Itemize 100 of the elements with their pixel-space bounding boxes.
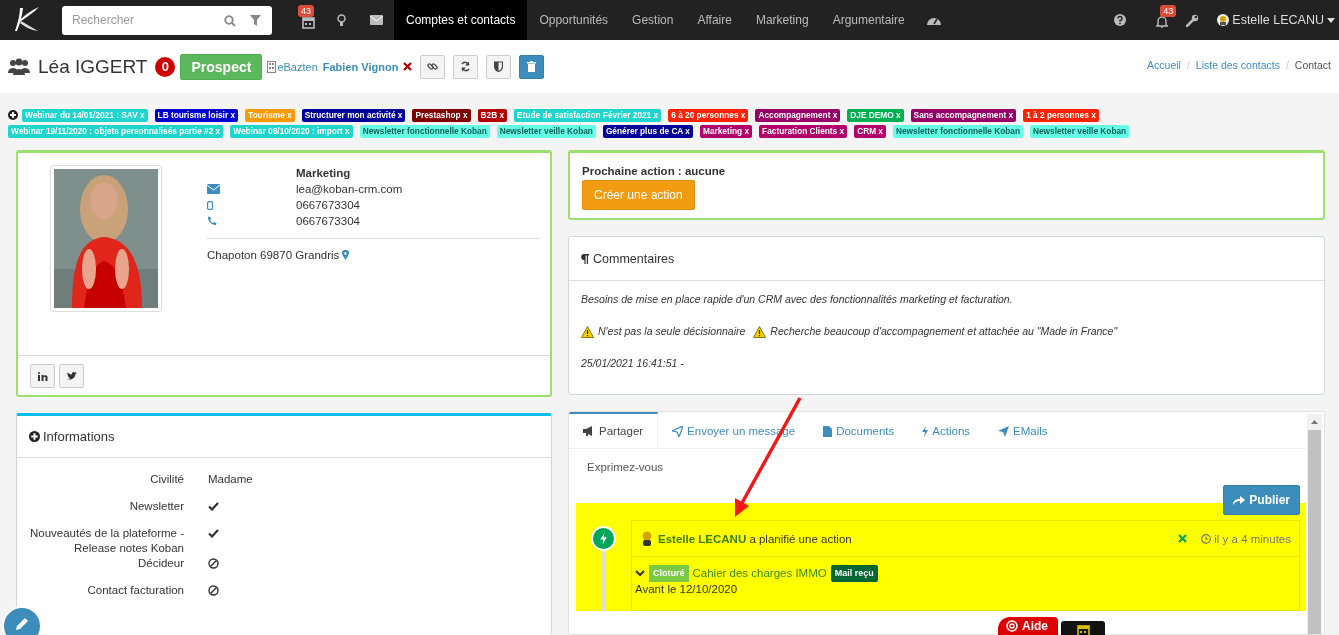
help-icon[interactable]	[1114, 14, 1127, 26]
link-button[interactable]	[420, 54, 446, 79]
megaphone-icon	[583, 426, 595, 436]
people-icon	[8, 58, 30, 75]
calendar-button[interactable]	[1061, 621, 1105, 635]
nav-tab[interactable]: Comptes et contacts	[394, 0, 528, 40]
building-icon	[267, 60, 277, 73]
nav-tab[interactable]: Gestion	[620, 0, 686, 40]
caret-icon	[1327, 17, 1335, 23]
map-pin-icon[interactable]	[342, 250, 350, 260]
scrollbar[interactable]	[1307, 414, 1322, 634]
warning-icon	[753, 325, 767, 338]
nav-tab[interactable]: Argumentaire	[820, 0, 917, 40]
pencil-icon	[14, 616, 30, 632]
section-title: Commentaires	[593, 251, 675, 266]
tab[interactable]: Partager	[569, 412, 659, 448]
tab[interactable]: Documents	[809, 412, 909, 448]
phone-number: 0667673304	[296, 214, 360, 229]
tag[interactable]: LB tourisme loisir x	[154, 108, 239, 122]
delete-button[interactable]	[519, 54, 545, 79]
mobile-icon	[207, 200, 213, 210]
score-badge: 0	[155, 56, 176, 77]
action-link[interactable]: Cahier des charges IMMO	[692, 566, 827, 581]
close-icon[interactable]	[1178, 534, 1188, 543]
calendar-icon[interactable]	[301, 16, 315, 29]
share-icon	[1233, 495, 1246, 505]
avatar-icon	[640, 530, 654, 547]
message-field[interactable]: Exprimez-vous	[569, 449, 1324, 485]
twitter-button[interactable]	[59, 364, 84, 388]
activity-text: Estelle LECANU a planifié une action	[658, 532, 852, 545]
company-link[interactable]: eBazten	[277, 60, 318, 73]
tag[interactable]: Accompagnement x	[755, 108, 841, 122]
comment-date: 25/01/2021 16:41:51 -	[581, 356, 685, 371]
user-menu[interactable]: Estelle LECANU	[1217, 13, 1335, 27]
dashboard-icon[interactable]	[926, 15, 941, 25]
tag[interactable]: Générer plus de CA x	[602, 124, 693, 138]
section-title: Informations	[43, 429, 115, 444]
count-badge: 43	[1160, 5, 1177, 17]
search-field[interactable]: Rechercher	[62, 5, 272, 35]
nav-tab[interactable]: Affaire	[685, 0, 744, 40]
trash-icon	[527, 61, 537, 72]
shield-icon	[494, 61, 504, 72]
field-label: Contact facturation	[86, 583, 184, 598]
shield-button[interactable]	[486, 54, 512, 79]
tab[interactable]: Actions	[908, 412, 985, 448]
tag[interactable]: Marketing x	[700, 124, 753, 138]
timestamp: il y a 4 minutes	[1214, 532, 1291, 545]
breadcrumb-link[interactable]: Liste des contacts	[1195, 59, 1280, 71]
tag[interactable]: Newsletter fonctionnelle Koban	[359, 124, 490, 138]
email-link[interactable]: lea@koban-crm.com	[296, 181, 403, 197]
field-value: Madame	[208, 472, 253, 487]
phone-icon	[207, 216, 217, 226]
search-icon[interactable]	[224, 14, 236, 27]
bell-icon[interactable]	[1156, 15, 1169, 28]
tag[interactable]: Newsletter veille Koban	[1030, 124, 1130, 138]
clock-icon	[1201, 533, 1212, 544]
tag[interactable]: Newsletter fonctionnelle Koban	[893, 124, 1023, 138]
tag[interactable]: 1 à 2 personnes x	[1023, 108, 1099, 122]
mail-icon[interactable]	[369, 15, 383, 25]
publish-button[interactable]: Publier	[1223, 485, 1300, 515]
status-badge: Cloturé	[649, 565, 689, 582]
tag[interactable]: Structurer mon activité x	[301, 108, 406, 122]
edit-button[interactable]	[2, 606, 42, 635]
refresh-icon	[460, 61, 472, 72]
avatar-icon	[1217, 14, 1230, 26]
linkedin-icon	[37, 371, 48, 381]
bird-icon	[66, 371, 77, 381]
arrow-up-icon[interactable]	[1308, 417, 1321, 427]
breadcrumb-link[interactable]: Accueil	[1147, 59, 1181, 71]
paper-plane-icon	[672, 425, 684, 437]
tag[interactable]: Prestashop x	[412, 108, 471, 122]
tag[interactable]: Facturation Clients x	[759, 124, 848, 138]
tab[interactable]: EMails	[984, 412, 1062, 448]
filter-icon[interactable]	[250, 14, 261, 26]
tag[interactable]: CRM x	[854, 124, 886, 138]
envelope-icon	[207, 184, 220, 194]
help-button[interactable]: Aide	[998, 617, 1058, 635]
lightbulb-icon[interactable]	[336, 13, 346, 27]
job-title: Marketing	[296, 166, 351, 181]
next-action-label: Prochaine action : aucune	[582, 165, 727, 177]
chevron-icon[interactable]	[635, 570, 645, 577]
refresh-button[interactable]	[453, 54, 479, 79]
type-badge: Mail reçu	[830, 565, 878, 582]
tag[interactable]: B2B x	[477, 108, 508, 122]
bolt-icon	[591, 526, 616, 551]
breadcrumb-current: Contact	[1294, 59, 1331, 71]
tag[interactable]: Newsletter veille Koban	[496, 124, 596, 138]
tag[interactable]: Sans accompagnement x	[910, 108, 1017, 122]
owner-link[interactable]: Fabien Vignon	[322, 60, 399, 73]
wrench-icon[interactable]	[1186, 13, 1200, 27]
field-label: Civilité	[149, 472, 184, 487]
add-tag-icon[interactable]	[8, 110, 18, 120]
linkedin-button[interactable]	[30, 364, 55, 388]
tag[interactable]: 6 à 20 personnes x	[668, 108, 749, 122]
nav-tab[interactable]: Opportunités	[527, 0, 621, 40]
nav-tab[interactable]: Marketing	[743, 0, 821, 40]
remove-icon[interactable]	[403, 62, 413, 71]
paper-plane-icon	[998, 425, 1010, 437]
plus-circle-icon[interactable]	[29, 431, 40, 442]
comment-text: Recherche beaucoup d'accompagnement et attachée au "Made in France"	[770, 324, 1118, 339]
